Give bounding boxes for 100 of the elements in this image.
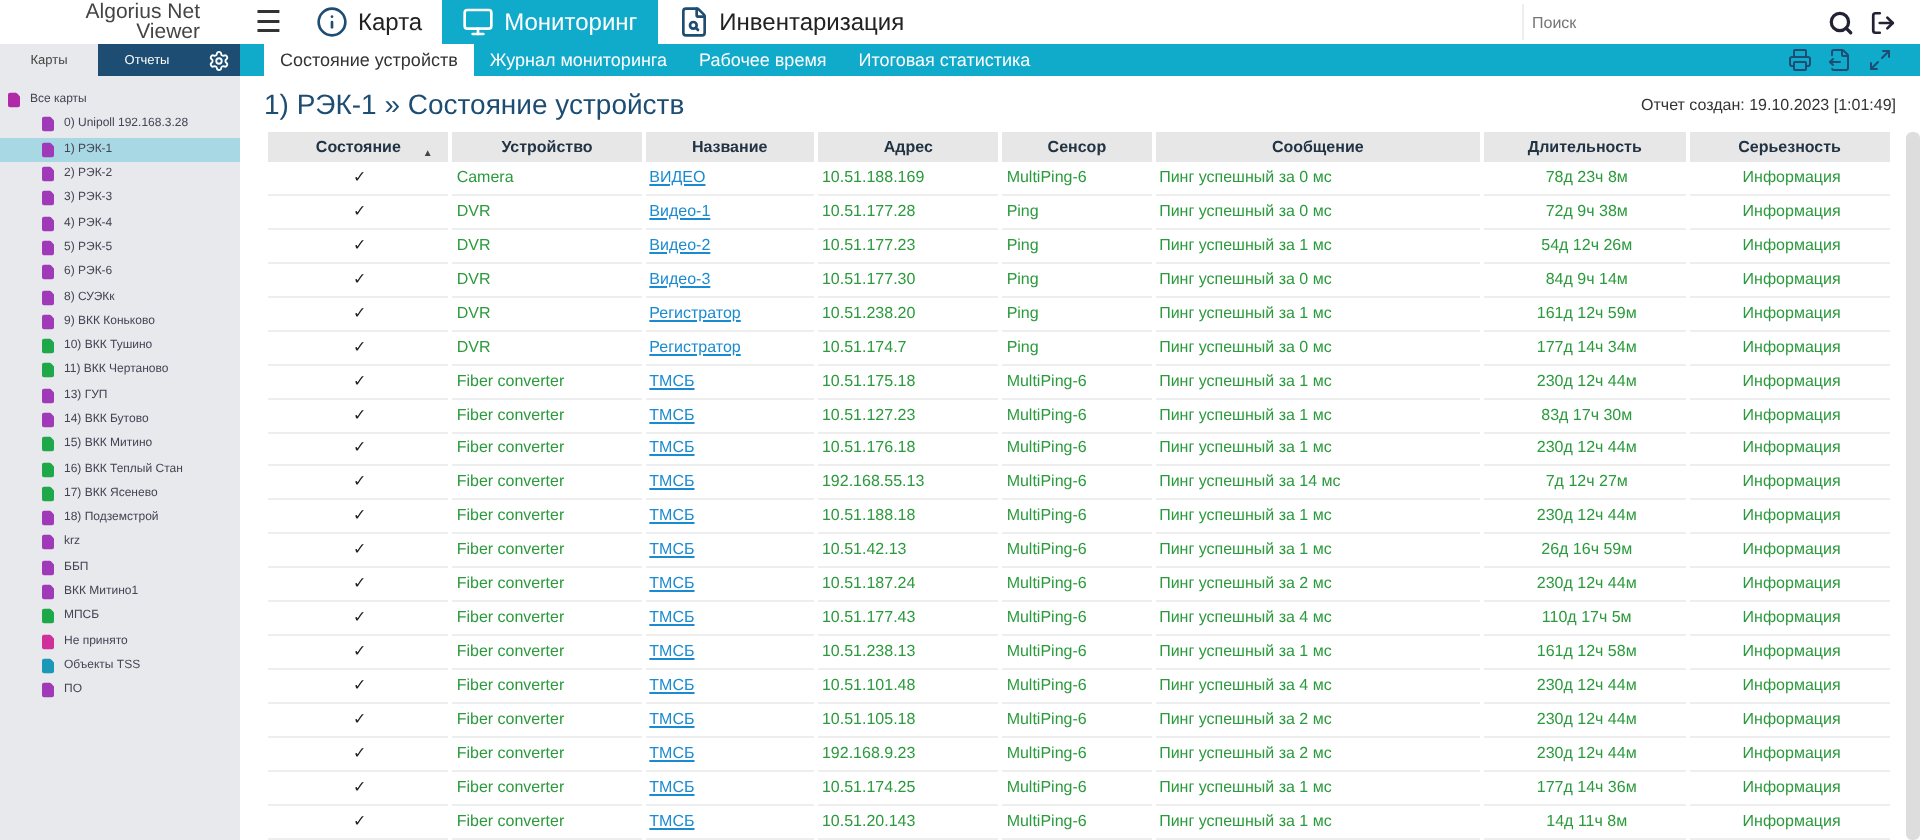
table-cell: Пинг успешный за 1 мс <box>1155 500 1481 535</box>
table-cell: Fiber converter <box>452 771 642 806</box>
device-link[interactable]: ТМСБ <box>649 506 695 525</box>
table-cell: Информация <box>1689 737 1891 772</box>
table-cell: Пинг успешный за 4 мс <box>1155 670 1481 704</box>
device-link[interactable]: ТМСБ <box>649 405 695 424</box>
table-cell: 10.51.177.23 <box>817 229 999 264</box>
device-link[interactable]: ТМСБ <box>649 709 695 728</box>
column-header[interactable]: Адрес <box>817 132 999 162</box>
device-link[interactable]: ТМСБ <box>649 642 695 661</box>
column-header[interactable]: Сообщение <box>1155 132 1481 162</box>
table-cell: 230д 12ч 44м <box>1484 500 1686 535</box>
table-cell: 10.51.188.169 <box>817 162 999 196</box>
table-cell: Пинг успешный за 0 мс <box>1155 162 1481 196</box>
table-cell: Информация <box>1689 162 1891 196</box>
table-cell: Информация <box>1689 297 1891 332</box>
table-cell: Fiber converter <box>452 365 642 400</box>
table-cell: 26д 16ч 59м <box>1484 534 1686 569</box>
table-cell: 230д 12ч 44м <box>1484 365 1686 400</box>
table-cell: 192.168.55.13 <box>817 466 999 501</box>
table-cell: MultiPing-6 <box>1002 805 1152 840</box>
table-cell: Fiber converter <box>452 534 642 569</box>
table-cell: ✓ <box>268 466 449 501</box>
column-header[interactable]: Устройство <box>452 132 642 162</box>
table-cell: MultiPing-6 <box>1002 771 1152 806</box>
table-cell: Fiber converter <box>452 399 642 433</box>
table-cell: ✓ <box>268 602 449 637</box>
table-cell: Пинг успешный за 14 мс <box>1155 466 1481 501</box>
device-link[interactable]: Регистратор <box>649 337 741 356</box>
table-cell: Ping <box>1002 331 1152 366</box>
table-cell: 54д 12ч 26м <box>1484 229 1686 264</box>
table-cell: 10.51.177.28 <box>817 195 999 230</box>
column-header[interactable]: Серьезность <box>1689 132 1891 162</box>
column-header[interactable]: Название <box>645 132 814 162</box>
table-cell: ✓ <box>268 433 449 467</box>
table-cell: ✓ <box>268 399 449 433</box>
table-cell: 7д 12ч 27м <box>1484 466 1686 501</box>
device-link[interactable]: ТМСБ <box>649 676 695 695</box>
table-cell: Пинг успешный за 1 мс <box>1155 365 1481 400</box>
table-cell: Пинг успешный за 1 мс <box>1155 229 1481 264</box>
logo-text: Viewer <box>136 22 200 42</box>
settings-icon[interactable] <box>196 44 240 76</box>
table-cell: MultiPing-6 <box>1002 737 1152 772</box>
table-cell: Ping <box>1002 229 1152 264</box>
device-link[interactable]: ТМСБ <box>649 472 695 491</box>
device-link[interactable]: ТМСБ <box>649 438 695 457</box>
table-cell: Fiber converter <box>452 500 642 535</box>
table-cell: ✓ <box>268 229 449 264</box>
table-cell: DVR <box>452 331 642 366</box>
table-cell: Пинг успешный за 1 мс <box>1155 805 1481 840</box>
table-cell: Информация <box>1689 602 1891 637</box>
device-link[interactable]: ТМСБ <box>649 608 695 627</box>
table-cell: MultiPing-6 <box>1002 399 1152 433</box>
device-link[interactable]: Видео-2 <box>649 235 711 254</box>
table-cell: Информация <box>1689 433 1891 467</box>
report-tab[interactable]: Состояние устройств <box>264 44 474 76</box>
table-cell: 230д 12ч 44м <box>1484 568 1686 603</box>
device-link[interactable]: Регистратор <box>649 303 741 322</box>
table-cell: Информация <box>1689 195 1891 230</box>
table-cell: MultiPing-6 <box>1002 704 1152 738</box>
table-cell: MultiPing-6 <box>1002 162 1152 196</box>
table-cell: ✓ <box>268 500 449 535</box>
table-cell: ✓ <box>268 331 449 366</box>
table-cell: Пинг успешный за 2 мс <box>1155 568 1481 603</box>
table-cell: Информация <box>1689 636 1891 671</box>
table-cell: ✓ <box>268 195 449 230</box>
device-link[interactable]: ТМСБ <box>649 371 695 390</box>
device-link[interactable]: Видео-1 <box>649 201 711 220</box>
table-cell: 10.51.20.143 <box>817 805 999 840</box>
table-cell: 230д 12ч 44м <box>1484 704 1686 738</box>
table-cell: 10.51.42.13 <box>817 534 999 569</box>
table-cell: 10.51.101.48 <box>817 670 999 704</box>
device-link[interactable]: ТМСБ <box>649 540 695 559</box>
table-cell: MultiPing-6 <box>1002 602 1152 637</box>
table-cell: Информация <box>1689 704 1891 738</box>
table-cell: 78д 23ч 8м <box>1484 162 1686 196</box>
table-cell: 72д 9ч 38м <box>1484 195 1686 230</box>
table-cell: ✓ <box>268 737 449 772</box>
page-title: 1) РЭК-1 » Состояние устройств <box>264 88 685 120</box>
device-link[interactable]: ТМСБ <box>649 743 695 762</box>
table-cell: 10.51.177.43 <box>817 602 999 637</box>
menu-button[interactable]: ☰ <box>240 0 296 44</box>
table-cell: 177д 14ч 34м <box>1484 331 1686 366</box>
device-link[interactable]: Видео-3 <box>649 269 711 288</box>
table-cell: Fiber converter <box>452 602 642 637</box>
column-header[interactable]: Длительность <box>1484 132 1686 162</box>
table-cell: DVR <box>452 195 642 230</box>
device-link[interactable]: ТМСБ <box>649 777 695 796</box>
table-cell: Информация <box>1689 771 1891 806</box>
table-cell: Fiber converter <box>452 636 642 671</box>
column-header[interactable]: Сенсор <box>1002 132 1152 162</box>
table-cell: Fiber converter <box>452 805 642 840</box>
device-link[interactable]: ТМСБ <box>649 574 695 593</box>
device-link[interactable]: ВИДЕО <box>649 167 706 186</box>
scrollbar[interactable] <box>1906 132 1920 840</box>
table-cell: Информация <box>1689 263 1891 298</box>
device-link[interactable]: ТМСБ <box>649 811 695 830</box>
table-cell: Пинг успешный за 2 мс <box>1155 737 1481 772</box>
table-cell: 230д 12ч 44м <box>1484 737 1686 772</box>
table-cell: ✓ <box>268 365 449 400</box>
